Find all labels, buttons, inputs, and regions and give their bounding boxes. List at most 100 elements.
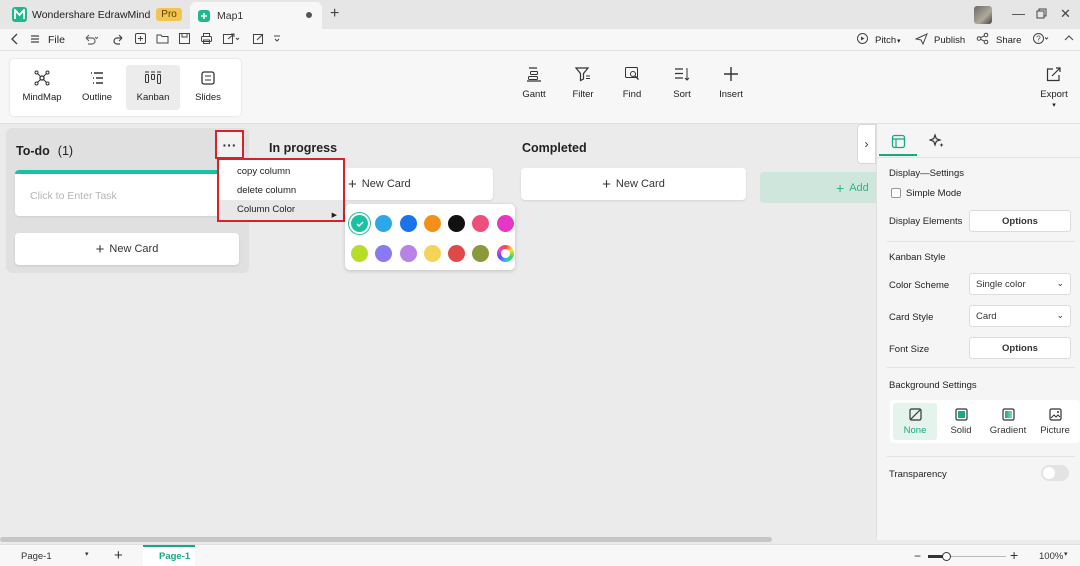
slides-icon bbox=[201, 71, 215, 85]
color-swatch[interactable] bbox=[375, 245, 393, 262]
zoom-slider-thumb[interactable] bbox=[942, 552, 951, 561]
custom-color-wheel-icon[interactable] bbox=[496, 245, 514, 262]
bg-gradient-button[interactable]: Gradient bbox=[986, 403, 1030, 440]
zoom-out-icon[interactable]: − bbox=[914, 549, 921, 563]
redo-icon[interactable] bbox=[112, 32, 126, 46]
transparency-label: Transparency bbox=[889, 469, 947, 480]
color-swatch[interactable] bbox=[496, 215, 514, 232]
sparkle-icon bbox=[929, 133, 944, 147]
todo-new-card-button[interactable]: + New Card bbox=[15, 233, 239, 265]
color-swatch[interactable] bbox=[448, 215, 466, 232]
card-style-label: Card Style bbox=[889, 312, 934, 323]
close-icon[interactable]: ✕ bbox=[1060, 6, 1071, 22]
in-progress-new-card-button[interactable]: + New Card bbox=[344, 168, 493, 200]
map-file-icon bbox=[198, 9, 210, 22]
color-swatch[interactable] bbox=[472, 245, 490, 262]
add-column-button[interactable]: + Add bbox=[760, 172, 876, 203]
publish-icon[interactable] bbox=[915, 32, 929, 46]
tab-display-settings[interactable] bbox=[879, 126, 917, 156]
insert-button[interactable]: Insert bbox=[707, 66, 755, 100]
column-completed-title[interactable]: Completed bbox=[522, 141, 587, 155]
find-button[interactable]: Find bbox=[608, 66, 656, 100]
color-swatch-selected[interactable] bbox=[351, 215, 368, 232]
page-dropdown-icon[interactable]: ▾ bbox=[85, 550, 89, 558]
share-button[interactable]: Share bbox=[996, 35, 1021, 46]
help-icon[interactable]: ? bbox=[1032, 32, 1049, 46]
bg-solid-button[interactable]: Solid bbox=[939, 403, 983, 440]
share-icon[interactable] bbox=[976, 32, 990, 46]
new-file-icon[interactable] bbox=[134, 32, 148, 46]
menu-item-copy-column[interactable]: copy column bbox=[219, 162, 343, 182]
publish-button[interactable]: Publish bbox=[934, 35, 965, 46]
restore-icon[interactable] bbox=[1036, 8, 1047, 19]
card-style-select[interactable]: Card ⌄ bbox=[969, 305, 1071, 327]
collapse-ribbon-icon[interactable] bbox=[1064, 32, 1078, 46]
status-bar: Page-1 ▾ + Page-1 − + 100% ▾ bbox=[0, 544, 1080, 566]
panel-collapse-toggle[interactable]: › bbox=[857, 124, 876, 164]
view-mindmap-button[interactable]: MindMap bbox=[15, 65, 69, 110]
color-swatch[interactable] bbox=[448, 245, 466, 262]
menu-item-delete-column[interactable]: delete column bbox=[219, 181, 343, 201]
bg-none-button[interactable]: None bbox=[893, 403, 937, 440]
mindmap-icon bbox=[34, 70, 50, 86]
color-swatch[interactable] bbox=[375, 215, 393, 232]
doc-tab[interactable]: Map1 bbox=[190, 2, 322, 29]
zoom-level[interactable]: 100% bbox=[1039, 551, 1063, 562]
tab-ai-magic[interactable] bbox=[929, 133, 945, 149]
file-menu[interactable]: File bbox=[48, 34, 65, 46]
color-swatch[interactable] bbox=[399, 215, 417, 232]
pro-badge[interactable]: Pro bbox=[156, 8, 182, 21]
horizontal-scrollbar[interactable] bbox=[0, 537, 772, 542]
transparency-toggle[interactable] bbox=[1041, 465, 1069, 481]
color-swatch[interactable] bbox=[351, 245, 368, 262]
export-small-icon[interactable] bbox=[222, 32, 240, 46]
column-more-options-button[interactable]: ··· bbox=[215, 130, 244, 159]
color-swatch[interactable] bbox=[423, 215, 441, 232]
color-swatch[interactable] bbox=[472, 215, 490, 232]
menu-item-column-color[interactable]: Column Color ▶ bbox=[219, 200, 343, 220]
filter-button[interactable]: Filter bbox=[559, 66, 607, 100]
pitch-button[interactable]: Pitch bbox=[875, 35, 896, 46]
column-color-label: Column Color bbox=[237, 204, 296, 215]
page-tab[interactable]: Page-1 bbox=[143, 545, 195, 566]
color-scheme-select[interactable]: Single color ⌄ bbox=[969, 273, 1071, 295]
font-size-options-button[interactable]: Options bbox=[969, 337, 1071, 359]
back-icon[interactable] bbox=[9, 32, 23, 46]
completed-new-card-button[interactable]: + New Card bbox=[521, 168, 746, 200]
app-name: Wondershare EdrawMind bbox=[32, 8, 151, 21]
print-icon[interactable] bbox=[200, 32, 214, 46]
more-chevron-icon[interactable] bbox=[273, 32, 287, 46]
display-elements-label: Display Elements bbox=[889, 216, 963, 227]
view-slides-button[interactable]: Slides bbox=[181, 65, 235, 110]
task-card[interactable]: Click to Enter Task bbox=[15, 170, 232, 216]
save-icon[interactable] bbox=[178, 32, 192, 46]
avatar[interactable] bbox=[974, 6, 992, 24]
open-folder-icon[interactable] bbox=[156, 32, 170, 46]
gantt-button[interactable]: Gantt bbox=[510, 66, 558, 100]
unsaved-dot-icon[interactable] bbox=[306, 12, 312, 18]
page-select[interactable]: Page-1 bbox=[21, 551, 52, 562]
column-todo-title[interactable]: To-do (1) bbox=[16, 144, 73, 158]
new-tab-plus-icon[interactable]: + bbox=[330, 5, 339, 23]
zoom-in-icon[interactable]: + bbox=[1010, 547, 1018, 563]
minimize-icon[interactable]: — bbox=[1012, 6, 1025, 21]
export-button[interactable]: Export ▾ bbox=[1030, 66, 1078, 109]
bg-picture-button[interactable]: Picture bbox=[1033, 403, 1077, 440]
menu-icon[interactable] bbox=[29, 32, 43, 46]
edit-icon[interactable] bbox=[252, 32, 266, 46]
pitch-icon[interactable] bbox=[856, 32, 870, 46]
color-swatch[interactable] bbox=[399, 245, 417, 262]
sort-button[interactable]: Sort bbox=[658, 66, 706, 100]
simple-mode-checkbox[interactable] bbox=[891, 188, 901, 198]
add-page-icon[interactable]: + bbox=[114, 547, 123, 564]
display-elements-options-button[interactable]: Options bbox=[969, 210, 1071, 232]
view-kanban-button[interactable]: Kanban bbox=[126, 65, 180, 110]
pitch-dropdown-icon[interactable]: ▾ bbox=[897, 37, 901, 45]
zoom-dropdown-icon[interactable]: ▾ bbox=[1064, 550, 1068, 558]
column-in-progress-title[interactable]: In progress bbox=[269, 141, 337, 155]
svg-text:?: ? bbox=[1036, 35, 1041, 44]
undo-icon[interactable] bbox=[82, 32, 98, 46]
export-dropdown-icon[interactable]: ▾ bbox=[1052, 101, 1056, 109]
color-swatch[interactable] bbox=[423, 245, 441, 262]
view-outline-button[interactable]: Outline bbox=[70, 65, 124, 110]
